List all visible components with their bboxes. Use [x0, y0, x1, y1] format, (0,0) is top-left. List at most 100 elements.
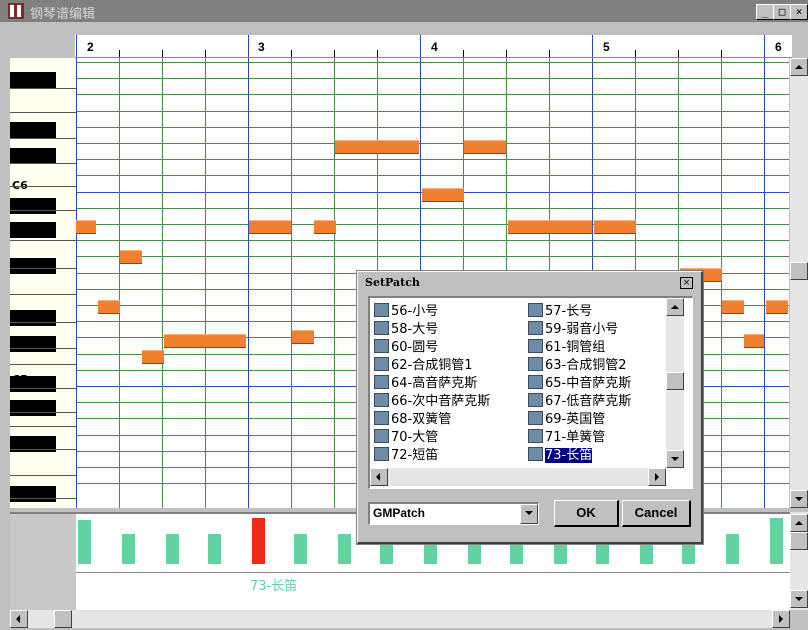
black-key[interactable] — [10, 258, 56, 274]
maximize-button[interactable]: □ — [773, 4, 791, 20]
patch-list-item[interactable]: 62-合成铜管1 — [374, 357, 473, 375]
scroll-up-button[interactable] — [790, 514, 808, 532]
patch-list-item[interactable]: 64-高音萨克斯 — [374, 375, 477, 393]
piano-keyboard[interactable]: C6 C5 — [10, 58, 77, 508]
scroll-right-button[interactable] — [648, 468, 666, 486]
vertical-scrollbar[interactable] — [790, 58, 808, 508]
scroll-thumb[interactable] — [790, 532, 808, 550]
note-block[interactable] — [120, 250, 142, 264]
scroll-left-button[interactable] — [370, 468, 388, 486]
velocity-bar[interactable] — [770, 518, 783, 564]
instrument-icon — [528, 411, 543, 425]
patch-list-item[interactable]: 57-长号 — [528, 303, 592, 321]
patch-list-item[interactable]: 71-单簧管 — [528, 429, 605, 447]
patch-list[interactable]: 56-小号 58-大号 60-圆号 62-合成铜管1 64-高音萨克斯 66-次中音萨克斯… — [368, 296, 693, 489]
patch-list-item[interactable]: 69-英国管 — [528, 411, 605, 429]
note-block[interactable] — [76, 220, 96, 234]
patch-list-item-label: 62-合成铜管1 — [391, 358, 473, 373]
patch-list-item[interactable]: 60-圆号 — [374, 339, 438, 357]
dialog-close-button[interactable]: × — [680, 277, 693, 289]
black-key[interactable] — [10, 400, 56, 416]
selected-patch-label: 73-长笛 — [250, 579, 298, 594]
scroll-thumb[interactable] — [666, 372, 684, 390]
dialog-title: SetPatch — [365, 276, 420, 289]
scroll-down-button[interactable] — [790, 490, 808, 508]
scroll-right-button[interactable] — [772, 610, 790, 628]
velocity-bar-selected[interactable] — [252, 518, 265, 564]
velocity-bar[interactable] — [294, 534, 307, 564]
patch-list-item[interactable]: 70-大管 — [374, 429, 438, 447]
dropdown-button[interactable] — [520, 504, 538, 524]
velocity-bar[interactable] — [338, 534, 351, 564]
patch-bank-select[interactable]: GMPatch — [368, 502, 539, 525]
arrow-down-icon — [671, 457, 679, 461]
white-key-divider — [10, 186, 76, 187]
scroll-down-button[interactable] — [790, 590, 808, 608]
patch-list-item[interactable]: 58-大号 — [374, 321, 438, 339]
black-key[interactable] — [10, 198, 56, 214]
note-block[interactable] — [594, 220, 636, 234]
patch-list-item[interactable]: 67-低音萨克斯 — [528, 393, 631, 411]
scroll-up-button[interactable] — [790, 58, 808, 76]
black-key[interactable] — [10, 376, 56, 392]
scroll-down-button[interactable] — [666, 450, 684, 468]
note-block[interactable] — [142, 350, 164, 364]
patch-list-item[interactable]: 66-次中音萨克斯 — [374, 393, 490, 411]
patch-list-item[interactable]: 56-小号 — [374, 303, 438, 321]
white-key-divider — [10, 475, 76, 476]
note-block[interactable] — [464, 140, 506, 154]
grid-row-line — [76, 94, 789, 95]
note-block[interactable] — [292, 330, 314, 344]
black-key[interactable] — [10, 310, 56, 326]
close-button[interactable]: × — [790, 4, 808, 20]
note-block[interactable] — [335, 140, 419, 154]
scroll-thumb[interactable] — [790, 262, 808, 280]
velocity-bar[interactable] — [726, 534, 739, 564]
velocity-scrollbar[interactable] — [790, 512, 808, 610]
window-title: 钢琴谱编辑 — [30, 7, 96, 22]
ok-button[interactable]: OK — [554, 500, 619, 527]
dialog-title-bar[interactable]: SetPatch × — [361, 275, 697, 290]
title-bar[interactable]: 钢琴谱编辑 _ □ × — [0, 0, 808, 22]
black-key[interactable] — [10, 486, 56, 502]
black-key[interactable] — [10, 222, 56, 238]
note-block[interactable] — [422, 188, 464, 202]
note-block[interactable] — [314, 220, 336, 234]
note-block[interactable] — [766, 300, 788, 314]
note-block[interactable] — [508, 220, 592, 234]
scroll-up-button[interactable] — [666, 298, 684, 316]
note-block[interactable] — [744, 334, 764, 348]
minimize-button[interactable]: _ — [756, 4, 774, 20]
scroll-thumb[interactable] — [54, 610, 72, 628]
cancel-button[interactable]: Cancel — [622, 500, 691, 527]
patch-list-item[interactable]: 63-合成铜管2 — [528, 357, 627, 375]
measure-ruler[interactable]: 2 3 4 5 6 — [75, 35, 792, 58]
velocity-bar[interactable] — [122, 534, 135, 564]
patch-list-item[interactable]: 59-弱音小号 — [528, 321, 618, 339]
black-key[interactable] — [10, 72, 56, 88]
list-horizontal-scrollbar[interactable] — [370, 468, 666, 486]
scroll-left-button[interactable] — [10, 610, 28, 628]
velocity-bar[interactable] — [166, 534, 179, 564]
note-block[interactable] — [249, 220, 291, 234]
patch-list-item[interactable]: 72-短笛 — [374, 447, 438, 465]
ruler-tick — [377, 50, 378, 57]
black-key[interactable] — [10, 336, 56, 352]
horizontal-scrollbar[interactable] — [10, 610, 790, 628]
patch-list-item[interactable]: 73-长笛 — [528, 447, 593, 465]
patch-list-item-label: 63-合成铜管2 — [545, 358, 627, 373]
patch-list-item[interactable]: 68-双簧管 — [374, 411, 451, 429]
note-block[interactable] — [722, 300, 744, 314]
list-vertical-scrollbar[interactable] — [666, 298, 684, 468]
patch-list-item[interactable]: 61-铜管组 — [528, 339, 605, 357]
velocity-bar[interactable] — [78, 520, 91, 564]
velocity-bar[interactable] — [208, 534, 221, 564]
grid-beat-line — [334, 58, 335, 508]
note-block[interactable] — [164, 334, 246, 348]
measure-number: 4 — [431, 40, 438, 54]
black-key[interactable] — [10, 122, 56, 138]
grid-beat-line — [291, 58, 292, 508]
black-key[interactable] — [10, 148, 56, 164]
note-block[interactable] — [98, 300, 120, 314]
patch-list-item[interactable]: 65-中音萨克斯 — [528, 375, 631, 393]
